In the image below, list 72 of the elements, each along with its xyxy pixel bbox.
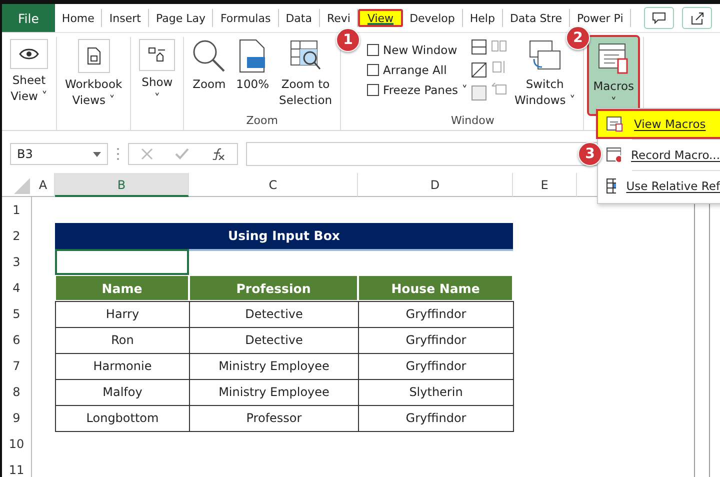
column-header[interactable]: D [358,173,513,197]
row-header[interactable]: 1 [2,197,32,223]
ribbon-button[interactable]: Show ˅ [136,37,178,110]
shapes-icon [139,39,176,71]
group-label: Zoom [246,114,278,129]
split-icon[interactable] [471,39,488,55]
window-command[interactable]: Freeze Panes ˅ [367,83,468,97]
hide-icon[interactable] [471,62,488,78]
share-button[interactable] [682,7,712,29]
ribbon-tab[interactable]: Formulas [213,9,279,27]
share-icon [690,11,704,25]
drag-handle-icon[interactable] [116,147,120,161]
ribbon-tab[interactable]: Data Stre [502,9,570,27]
window-command[interactable]: Arrange All [367,63,468,77]
step-badge: 1 [336,28,360,52]
macro-list-icon [606,116,624,132]
table-cell: Harry [55,301,190,328]
ribbon-button[interactable]: Workbook Views ˅ [62,37,126,112]
page-icon [238,39,268,73]
menu-item[interactable]: View Macros [598,111,720,137]
unhide-icon[interactable] [471,85,488,101]
group-label: Window [450,114,494,129]
table-header-cell: House Name [358,275,513,301]
window-command[interactable]: New Window [367,43,468,57]
page-icon [78,39,110,73]
column-header[interactable]: C [189,173,358,197]
table-cell: Gryffindor [358,301,514,328]
ribbon-tab[interactable]: Home [54,9,102,27]
table-title: Using Input Box [55,223,513,249]
menu-item[interactable]: Use Relative Ref [598,173,720,199]
name-box[interactable]: B3 [10,143,108,165]
table-cell: Longbottom [55,405,190,432]
ribbon-button[interactable]: 100% [233,37,272,96]
macros-button[interactable]: Macros ˅ [589,37,638,114]
ribbon-tab[interactable]: View [358,9,403,27]
row-header[interactable]: 10 [2,431,32,457]
row-header[interactable]: 11 [2,457,32,477]
ribbon-button[interactable]: Zoom [189,37,230,96]
eye-icon [10,39,48,69]
row-header[interactable]: 5 [2,301,32,327]
row-header[interactable]: 6 [2,327,32,353]
check-icon[interactable] [175,148,189,160]
selected-cell[interactable] [55,249,189,275]
comments-button[interactable] [644,7,674,29]
select-all-icon[interactable] [14,178,30,194]
row-header[interactable]: 9 [2,405,32,431]
ribbon-tab[interactable]: Help [462,9,503,27]
cancel-icon[interactable] [141,148,153,160]
record-icon [606,147,622,163]
macro-sheet-icon [596,41,631,75]
magnifier-icon [192,39,226,73]
row-header[interactable]: 3 [2,249,32,275]
ribbon-button[interactable]: Sheet View ˅ [7,37,51,108]
speech-bubble-icon [652,12,666,24]
row-header[interactable]: 8 [2,379,32,405]
row-header[interactable]: 7 [2,353,32,379]
ribbon-tab[interactable]: Data [278,9,320,27]
table-header-cell: Name [55,275,189,301]
column-header[interactable]: B [55,173,189,197]
ribbon-button[interactable]: Zoom to Selection [276,37,336,112]
table-header-cell: Profession [189,275,358,301]
dropdown-icon [93,152,101,156]
grid-icon [606,178,616,194]
function-icon[interactable] [211,148,225,160]
ribbon-tab[interactable]: Insert [102,9,149,27]
row-header[interactable]: 4 [2,275,32,301]
column-header[interactable]: E [513,173,577,197]
ribbon-tab[interactable]: Page Lay [148,9,214,27]
file-tab[interactable]: File [2,4,55,32]
table-cell: Gryffindor [358,405,514,432]
row-header[interactable]: 2 [2,223,32,249]
ribbon-tab[interactable]: Develop [402,9,463,27]
